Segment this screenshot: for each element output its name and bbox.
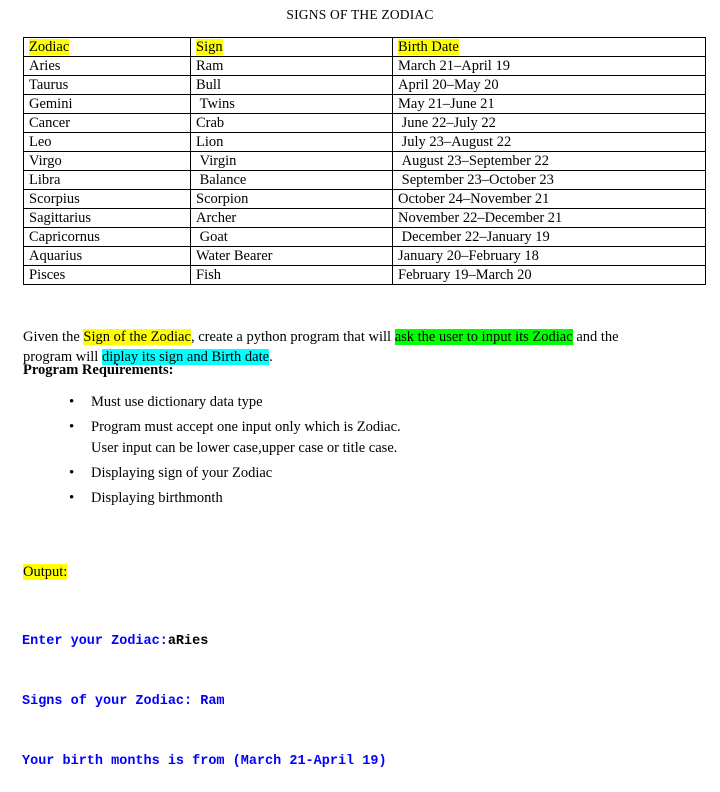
list-item-subtext: User input can be lower case,upper case …	[91, 440, 398, 456]
console-prompt-text: Your birth months is from (March 21-Apri…	[22, 754, 387, 769]
table-header-cell-zodiac: Zodiac	[23, 37, 191, 57]
cell-sign: Archer	[190, 208, 393, 228]
cell-birth-date: January 20–February 18	[392, 246, 706, 266]
header-label-sign: Sign	[196, 39, 223, 55]
cell-sign: Ram	[190, 56, 393, 76]
cell-sign: Bull	[190, 75, 393, 95]
table-row: Cancer Crab June 22–July 22	[23, 113, 706, 133]
cell-zodiac: Aries	[23, 56, 191, 76]
list-item-text: Displaying sign of your Zodiac	[91, 465, 273, 481]
table-row: Gemini Twins May 21–June 21	[23, 94, 706, 114]
table-row: Taurus Bull April 20–May 20	[23, 75, 706, 95]
list-item-text: Must use dictionary data type	[91, 394, 263, 410]
cell-birth-date: July 23–August 22	[392, 132, 706, 152]
console-prompt-text: Signs of your Zodiac: Ram	[22, 694, 225, 709]
cell-zodiac: Taurus	[23, 75, 191, 95]
cell-birth-date: December 22–January 19	[392, 227, 706, 247]
table-row: Virgo Virgin August 23–September 22	[23, 151, 706, 171]
table-row: Capricornus Goat December 22–January 19	[23, 227, 706, 247]
cell-zodiac: Aquarius	[23, 246, 191, 266]
table-row: Scorpius Scorpion October 24–November 21	[23, 189, 706, 209]
intro-text-part-4: .	[269, 348, 273, 365]
output-label-text: Output:	[23, 564, 68, 580]
list-item: Must use dictionary data type	[69, 392, 629, 413]
header-label-birth-date: Birth Date	[398, 39, 459, 55]
cell-sign: Goat	[190, 227, 393, 247]
console-line: Signs of your Zodiac: Ram	[22, 692, 387, 712]
cell-birth-date: June 22–July 22	[392, 113, 706, 133]
table-header-cell-sign: Sign	[190, 37, 393, 57]
cell-birth-date: October 24–November 21	[392, 189, 706, 209]
program-requirements-heading: Program Requirements:	[23, 362, 174, 378]
table-row: Libra Balance September 23–October 23	[23, 170, 706, 190]
program-requirements-list: Must use dictionary data type Program mu…	[23, 392, 629, 513]
cell-sign: Lion	[190, 132, 393, 152]
cell-zodiac: Leo	[23, 132, 191, 152]
zodiac-table-body: Zodiac Sign Birth Date Aries Ram March 2…	[23, 37, 706, 285]
cell-birth-date: February 19–March 20	[392, 265, 706, 285]
table-row: Sagittarius Archer November 22–December …	[23, 208, 706, 228]
cell-sign: Water Bearer	[190, 246, 393, 266]
cell-zodiac: Scorpius	[23, 189, 191, 209]
cell-birth-date: May 21–June 21	[392, 94, 706, 114]
table-row: Pisces Fish February 19–March 20	[23, 265, 706, 285]
intro-highlight-sign-of-the-zodiac: Sign of the Zodiac	[83, 328, 191, 345]
table-header-row: Zodiac Sign Birth Date	[23, 37, 706, 57]
cell-zodiac: Capricornus	[23, 227, 191, 247]
cell-birth-date: September 23–October 23	[392, 170, 706, 190]
cell-zodiac: Gemini	[23, 94, 191, 114]
console-line: Your birth months is from (March 21-Apri…	[22, 752, 387, 772]
intro-text-part-2: , create a python program that will	[190, 328, 395, 345]
list-item: Program must accept one input only which…	[69, 417, 629, 459]
cell-sign: Fish	[190, 265, 393, 285]
cell-zodiac: Pisces	[23, 265, 191, 285]
cell-birth-date: April 20–May 20	[392, 75, 706, 95]
cell-birth-date: March 21–April 19	[392, 56, 706, 76]
table-row: Leo Lion July 23–August 22	[23, 132, 706, 152]
console-line: Enter your Zodiac:aRies	[22, 632, 387, 652]
cell-sign: Twins	[190, 94, 393, 114]
intro-highlight-ask-user-input: ask the user to input its Zodiac	[394, 328, 573, 345]
list-item: Displaying birthmonth	[69, 488, 629, 509]
cell-zodiac: Libra	[23, 170, 191, 190]
list-item: Displaying sign of your Zodiac	[69, 463, 629, 484]
cell-sign: Crab	[190, 113, 393, 133]
cell-zodiac: Virgo	[23, 151, 191, 171]
zodiac-table: Zodiac Sign Birth Date Aries Ram March 2…	[23, 37, 706, 285]
console-output-block: Enter your Zodiac:aRies Signs of your Zo…	[22, 592, 387, 792]
list-item-text: Displaying birthmonth	[91, 490, 223, 506]
cell-birth-date: November 22–December 21	[392, 208, 706, 228]
console-prompt-text: Enter your Zodiac:	[22, 634, 168, 649]
cell-zodiac: Sagittarius	[23, 208, 191, 228]
console-user-input: aRies	[167, 634, 209, 649]
cell-sign: Virgin	[190, 151, 393, 171]
task-description-paragraph: Given the Sign of the Zodiac, create a p…	[23, 327, 648, 367]
cell-sign: Balance	[190, 170, 393, 190]
intro-text-part-1: Given the	[23, 328, 84, 345]
header-label-zodiac: Zodiac	[29, 39, 70, 55]
table-row: Aquarius Water Bearer January 20–Februar…	[23, 246, 706, 266]
cell-zodiac: Cancer	[23, 113, 191, 133]
table-row: Aries Ram March 21–April 19	[23, 56, 706, 76]
cell-sign: Scorpion	[190, 189, 393, 209]
cell-birth-date: August 23–September 22	[392, 151, 706, 171]
table-header-cell-birth-date: Birth Date	[392, 37, 706, 57]
document-title: SIGNS OF THE ZODIAC	[286, 7, 434, 22]
output-section-label: Output:	[23, 564, 68, 581]
list-item-text: Program must accept one input only which…	[91, 419, 401, 435]
